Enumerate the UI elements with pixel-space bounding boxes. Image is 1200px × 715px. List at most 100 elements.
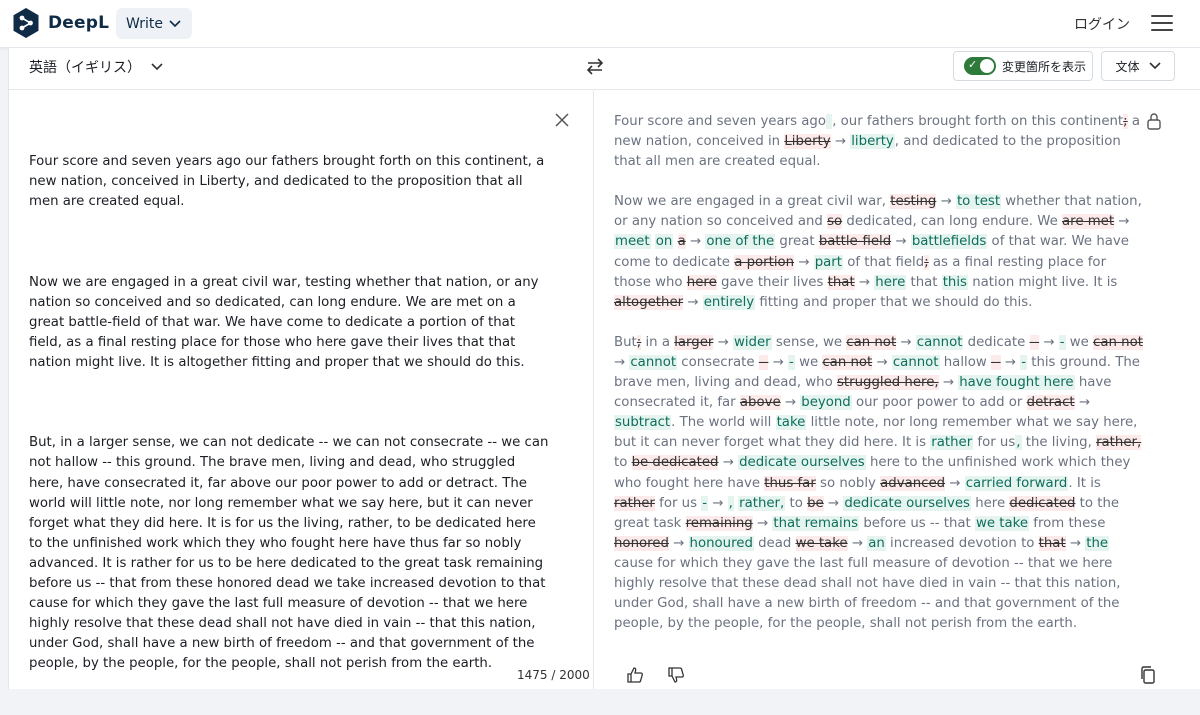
hamburger-menu-icon[interactable] xyxy=(1151,15,1173,32)
write-menu-button[interactable]: Write xyxy=(116,8,192,39)
target-text-run: Four score and seven years ago xyxy=(614,114,826,129)
target-text[interactable]: Four score and seven years ago , our fat… xyxy=(614,112,1144,634)
inserted-text[interactable]: honoured xyxy=(688,535,754,551)
deleted-text[interactable]: rather xyxy=(614,495,655,511)
deleted-text[interactable]: rather, xyxy=(1096,435,1142,451)
toggle-switch[interactable]: ✓ xyxy=(964,57,996,75)
deleted-text[interactable]: are met xyxy=(1062,214,1115,230)
deleted-text[interactable]: can not xyxy=(822,354,873,370)
deleted-text[interactable]: a xyxy=(677,234,686,250)
inserted-text[interactable]: cannot xyxy=(915,334,964,350)
inserted-text[interactable]: wider xyxy=(732,334,772,350)
target-text-run: the living, xyxy=(1021,435,1097,451)
thumbs-down-icon[interactable] xyxy=(667,666,685,684)
source-textarea[interactable]: Four score and seven years ago our fathe… xyxy=(29,112,549,715)
inserted-text[interactable]: meet xyxy=(614,234,651,250)
deleted-text[interactable]: advanced xyxy=(880,475,946,491)
deleted-text[interactable]: a portion xyxy=(734,254,795,270)
deleted-text[interactable]: struggled here, xyxy=(836,375,939,391)
inserted-text[interactable]: that remains xyxy=(772,515,860,531)
deleted-text[interactable]: here xyxy=(686,274,717,290)
target-text-run: in a xyxy=(641,334,675,350)
target-text-run: sense, we xyxy=(771,334,847,350)
deleted-text[interactable]: can not xyxy=(846,334,897,350)
source-paragraph: Four score and seven years ago our fathe… xyxy=(29,154,549,210)
deleted-text[interactable]: Liberty xyxy=(784,134,831,150)
show-changes-toggle[interactable]: ✓ 変更箇所を表示 xyxy=(953,51,1093,81)
target-text-run: dead xyxy=(753,535,796,551)
lock-icon[interactable] xyxy=(1146,112,1162,130)
inserted-text[interactable]: this xyxy=(941,274,968,290)
deleted-text[interactable]: -- xyxy=(990,354,1001,370)
inserted-text[interactable]: - xyxy=(788,354,795,370)
inserted-text[interactable]: beyond xyxy=(800,395,852,411)
inserted-text[interactable]: rather xyxy=(930,435,974,451)
inserted-text[interactable]: here xyxy=(874,274,907,290)
source-language-label: 英語（イギリス） xyxy=(29,60,141,76)
target-text-run: → xyxy=(1039,334,1059,350)
target-paragraph: Now we are engaged in a great civil war,… xyxy=(614,192,1144,313)
deleted-text[interactable]: so xyxy=(827,214,843,230)
thumbs-up-icon[interactable] xyxy=(626,666,644,684)
inserted-text[interactable]: the xyxy=(1085,535,1110,551)
target-text-run: → xyxy=(1074,395,1095,411)
inserted-text[interactable]: dedicate ourselves xyxy=(843,495,971,511)
deleted-text[interactable]: be dedicated xyxy=(631,455,719,471)
target-text-run: our poor power to add or xyxy=(851,395,1027,411)
style-selector[interactable]: 文体 xyxy=(1101,51,1175,81)
inserted-text[interactable]: on xyxy=(654,234,674,250)
inserted-text[interactable]: take xyxy=(775,415,807,431)
close-icon[interactable] xyxy=(555,113,569,127)
deleted-text[interactable]: we take xyxy=(795,535,848,551)
inserted-text[interactable]: dedicate ourselves xyxy=(738,455,866,471)
inserted-text[interactable]: to test xyxy=(955,194,1002,210)
inserted-text[interactable]: part xyxy=(813,254,843,270)
deleted-text[interactable]: honored xyxy=(614,535,669,551)
deleted-text[interactable]: that xyxy=(1038,535,1066,551)
target-text-run: before us -- that xyxy=(859,515,975,531)
deleted-text[interactable]: above xyxy=(739,395,781,411)
inserted-text[interactable]: have fought here xyxy=(958,375,1075,391)
deleted-text[interactable]: that xyxy=(827,274,855,290)
inserted-text[interactable]: - xyxy=(1058,334,1066,350)
inserted-text[interactable]: carried forward xyxy=(964,475,1069,491)
target-text-run: , our fathers brought forth on this cont… xyxy=(832,114,1124,129)
inserted-text[interactable]: we take xyxy=(975,515,1030,531)
inserted-text[interactable]: an xyxy=(867,535,886,551)
panel-divider xyxy=(593,90,594,689)
inserted-text[interactable]: subtract xyxy=(614,415,672,431)
inserted-text[interactable]: entirely xyxy=(702,294,756,310)
target-text-run: hallow xyxy=(939,354,991,370)
deepl-logo[interactable]: DeepL xyxy=(12,7,109,39)
inserted-text[interactable]: one of the xyxy=(705,234,776,250)
deleted-text[interactable]: battle-field xyxy=(818,234,892,250)
target-text-run: → xyxy=(752,515,773,531)
inserted-text[interactable]: cannot xyxy=(629,354,678,370)
deleted-text[interactable]: can not xyxy=(1093,334,1143,350)
deleted-text[interactable]: remaining xyxy=(685,515,753,531)
deleted-text[interactable]: testing xyxy=(890,194,937,210)
copy-icon[interactable] xyxy=(1140,666,1156,684)
inserted-text[interactable]: liberty xyxy=(850,134,895,150)
deleted-text[interactable]: thus far xyxy=(764,475,816,491)
deleted-text[interactable]: altogether xyxy=(614,294,684,310)
target-text-run: dedicated, can long endure. We xyxy=(842,214,1062,230)
inserted-text[interactable]: cannot xyxy=(891,354,940,370)
target-text-run: for us xyxy=(654,495,702,511)
inserted-text[interactable]: - xyxy=(1020,354,1027,370)
inserted-text[interactable]: rather, xyxy=(738,495,786,511)
target-text-run: → xyxy=(891,234,911,250)
source-language-selector[interactable]: 英語（イギリス） xyxy=(29,57,163,77)
target-text-run: → xyxy=(938,375,959,391)
deleted-text[interactable]: detract xyxy=(1026,395,1075,411)
inserted-text[interactable]: battlefields xyxy=(910,234,988,250)
deleted-text[interactable]: be xyxy=(807,495,824,511)
target-text-run: we xyxy=(794,354,823,370)
deleted-text[interactable]: dedicated xyxy=(1009,495,1076,511)
target-text-run: → xyxy=(823,495,844,511)
target-text-run: increased devotion to xyxy=(885,535,1039,551)
deleted-text[interactable]: larger xyxy=(674,334,714,350)
deleted-text[interactable]: -- xyxy=(758,354,769,370)
login-link[interactable]: ログイン xyxy=(1074,14,1130,34)
deleted-text[interactable]: -- xyxy=(1029,334,1040,350)
